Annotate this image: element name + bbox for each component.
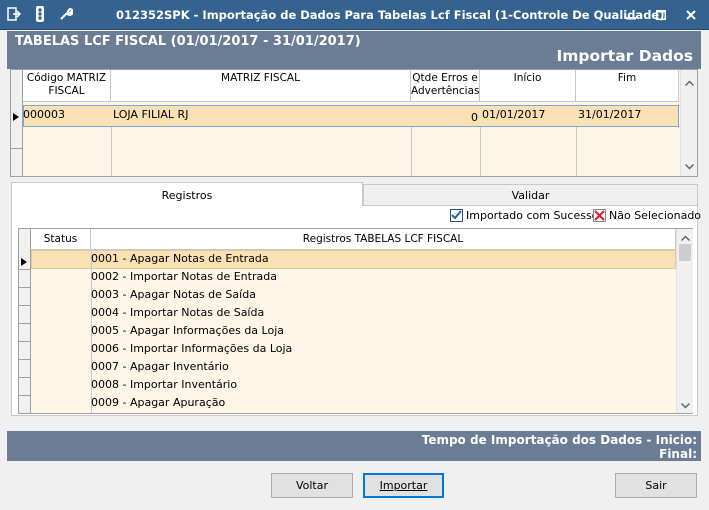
page-title: Importar Dados [556,47,693,65]
cell-start: 01/01/2017 [482,108,546,121]
list-item[interactable]: 0001 - Apagar Notas de Entrada [91,252,269,265]
back-button[interactable]: Voltar [271,473,353,498]
traffic-light-icon[interactable] [32,6,48,22]
list-item[interactable]: 0004 - Importar Notas de Saída [91,306,264,319]
final-label: Final: [659,447,697,461]
legend-imported: Importado com Sucesso [450,209,598,222]
wrench-icon[interactable] [58,6,74,22]
records-grid[interactable]: Status Registros TABELAS LCF FISCAL 0001… [18,228,693,414]
chevron-up-icon[interactable] [681,233,690,242]
maximize-icon[interactable] [653,7,669,23]
cell-errors: 0 [471,111,478,124]
import-time-label: Tempo de Importação dos Dados - Inicio: [421,433,697,447]
column-header-errors[interactable]: Qtde Erros e Advertências [411,70,480,102]
exit-app-icon[interactable] [6,6,22,22]
column-header-matrix[interactable]: MATRIZ FISCAL [111,70,411,102]
tab-strip: Registros Validar [11,182,698,207]
header-band: TABELAS LCF FISCAL (01/01/2017 - 31/01/2… [7,31,701,69]
grid-scrollbar[interactable] [680,70,697,176]
list-item[interactable]: 0009 - Apagar Apuração [91,396,225,409]
tab-registros[interactable]: Registros [11,182,363,207]
red-x-icon [593,209,606,222]
chevron-up-icon[interactable] [685,78,694,87]
list-item[interactable]: 0007 - Apagar Inventário [91,360,229,373]
list-item[interactable]: 0005 - Apagar Informações da Loja [91,324,284,337]
legend-imported-label: Importado com Sucesso [466,209,599,222]
list-item[interactable]: 0003 - Apagar Notas de Saída [91,288,256,301]
column-header-start[interactable]: Início [480,70,576,102]
list-item[interactable]: 0008 - Importar Inventário [91,378,237,391]
title-bar: 012352SPK - Importação de Dados Para Tab… [0,0,709,30]
window-title: 012352SPK - Importação de Dados Para Tab… [116,8,665,22]
cell-code: 000003 [23,108,65,121]
minimize-icon[interactable] [623,7,639,23]
column-header-end[interactable]: Fim [576,70,679,102]
legend-not-selected: Não Selecionado [593,209,701,222]
chevron-down-icon[interactable] [681,401,690,410]
column-header-code[interactable]: Código MATRIZ FISCAL [23,70,111,102]
checkmark-icon [450,209,463,222]
current-row-arrow-icon [13,111,19,124]
list-item[interactable]: 0002 - Importar Notas de Entrada [91,270,277,283]
cell-end: 31/01/2017 [578,108,642,121]
scrollbar-thumb[interactable] [679,244,691,261]
import-time-band: Tempo de Importação dos Dados - Inicio: … [7,431,701,461]
cell-matrix: LOJA FILIAL RJ [113,108,189,121]
column-header-records[interactable]: Registros TABELAS LCF FISCAL [91,229,676,250]
exit-button[interactable]: Sair [615,473,697,498]
import-button[interactable]: Importar [363,473,444,498]
tab-validar[interactable]: Validar [363,184,698,206]
import-button-label: Importar [379,479,428,492]
current-row-arrow-icon [21,256,27,269]
records-scrollbar[interactable] [676,229,693,413]
chevron-down-icon[interactable] [685,162,694,171]
close-icon[interactable] [683,7,699,23]
column-header-status[interactable]: Status [31,229,91,250]
legend-not-selected-label: Não Selecionado [609,209,702,222]
list-item[interactable]: 0006 - Importar Informações da Loja [91,342,292,355]
matrix-grid[interactable]: Código MATRIZ FISCAL MATRIZ FISCAL Qtde … [10,69,698,177]
period-title: TABELAS LCF FISCAL (01/01/2017 - 31/01/2… [15,34,361,49]
